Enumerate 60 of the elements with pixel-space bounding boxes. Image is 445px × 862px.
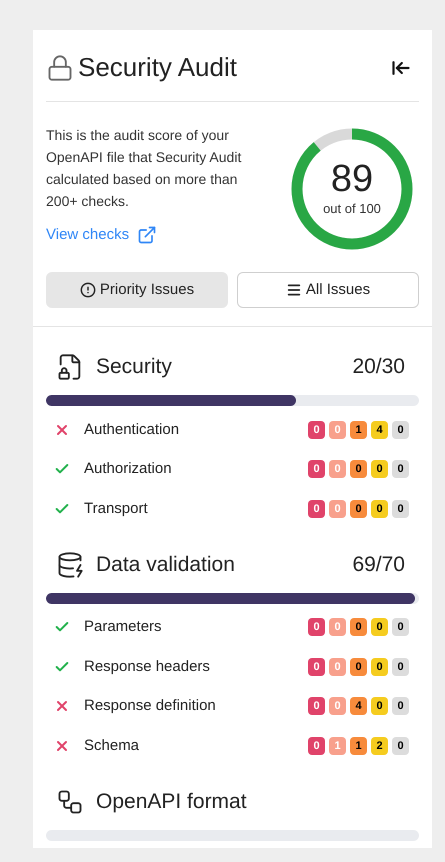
section-title: Security — [96, 354, 172, 380]
external-link-icon — [137, 225, 158, 246]
issue-count: 1 — [350, 420, 367, 439]
issue-count: 0 — [371, 500, 388, 518]
issue-count: 0 — [329, 618, 346, 636]
check-category: Authorization — [84, 459, 172, 479]
issue-count: 0 — [371, 658, 388, 676]
issue-count: 0 — [308, 420, 325, 439]
issue-count: 0 — [392, 618, 409, 636]
issue-count: 0 — [350, 618, 367, 636]
issue-count: 0 — [329, 420, 346, 439]
issue-count: 0 — [329, 658, 346, 676]
issue-count: 0 — [371, 697, 388, 716]
score-value: 89 — [330, 159, 374, 200]
issue-count: 0 — [392, 697, 409, 716]
issue-count: 0 — [329, 500, 346, 518]
check-category: Response definition — [84, 696, 216, 716]
check-category: Authentication — [84, 420, 180, 440]
panel-title: Security Audit — [78, 51, 237, 84]
issue-count: 0 — [329, 460, 346, 478]
alert-icon — [80, 282, 96, 298]
filter-tab[interactable]: All Issues — [237, 272, 419, 308]
section-score: 69/70 — [352, 552, 405, 578]
view-checks-link[interactable]: View checks — [46, 224, 264, 246]
issue-count: 0 — [371, 618, 388, 636]
issue-count: 4 — [371, 420, 388, 439]
issue-count: 0 — [308, 736, 325, 755]
section-score: 20/30 — [352, 354, 405, 380]
issue-count: 0 — [308, 618, 325, 636]
issue-count: 0 — [371, 460, 388, 478]
check-category: Transport — [84, 498, 148, 518]
score-caption: out of 100 — [323, 200, 381, 218]
filter-tab[interactable]: Priority Issues — [46, 272, 228, 308]
section-title: Data validation — [96, 552, 235, 578]
issue-count: 0 — [308, 658, 325, 676]
lock-icon — [46, 54, 74, 82]
issue-count: 0 — [350, 500, 367, 518]
issue-count: 1 — [350, 736, 367, 755]
issue-count: 0 — [392, 500, 409, 518]
score-description: This is the audit score of your OpenAPI file that Security Audit calculated based on more than 200+ checks. — [46, 126, 242, 211]
issue-count: 0 — [392, 420, 409, 439]
issue-count: 0 — [392, 736, 409, 755]
issue-count: 0 — [392, 658, 409, 676]
issue-count: 0 — [392, 460, 409, 478]
issue-count: 0 — [329, 697, 346, 716]
issue-count: 0 — [350, 460, 367, 478]
issue-count: 1 — [329, 736, 346, 755]
issue-count: 0 — [350, 658, 367, 676]
issue-count: 0 — [308, 460, 325, 478]
section-title: OpenAPI format — [96, 788, 247, 815]
issue-count: 0 — [308, 500, 325, 518]
list-icon — [286, 282, 302, 298]
check-category: Response headers — [84, 656, 210, 676]
issue-count: 4 — [350, 697, 367, 716]
database-icon — [56, 550, 84, 578]
check-category: Parameters — [84, 617, 162, 637]
network-icon — [56, 788, 84, 816]
check-category: Schema — [84, 736, 140, 756]
issue-count: 2 — [371, 736, 388, 755]
issue-count: 0 — [308, 697, 325, 716]
